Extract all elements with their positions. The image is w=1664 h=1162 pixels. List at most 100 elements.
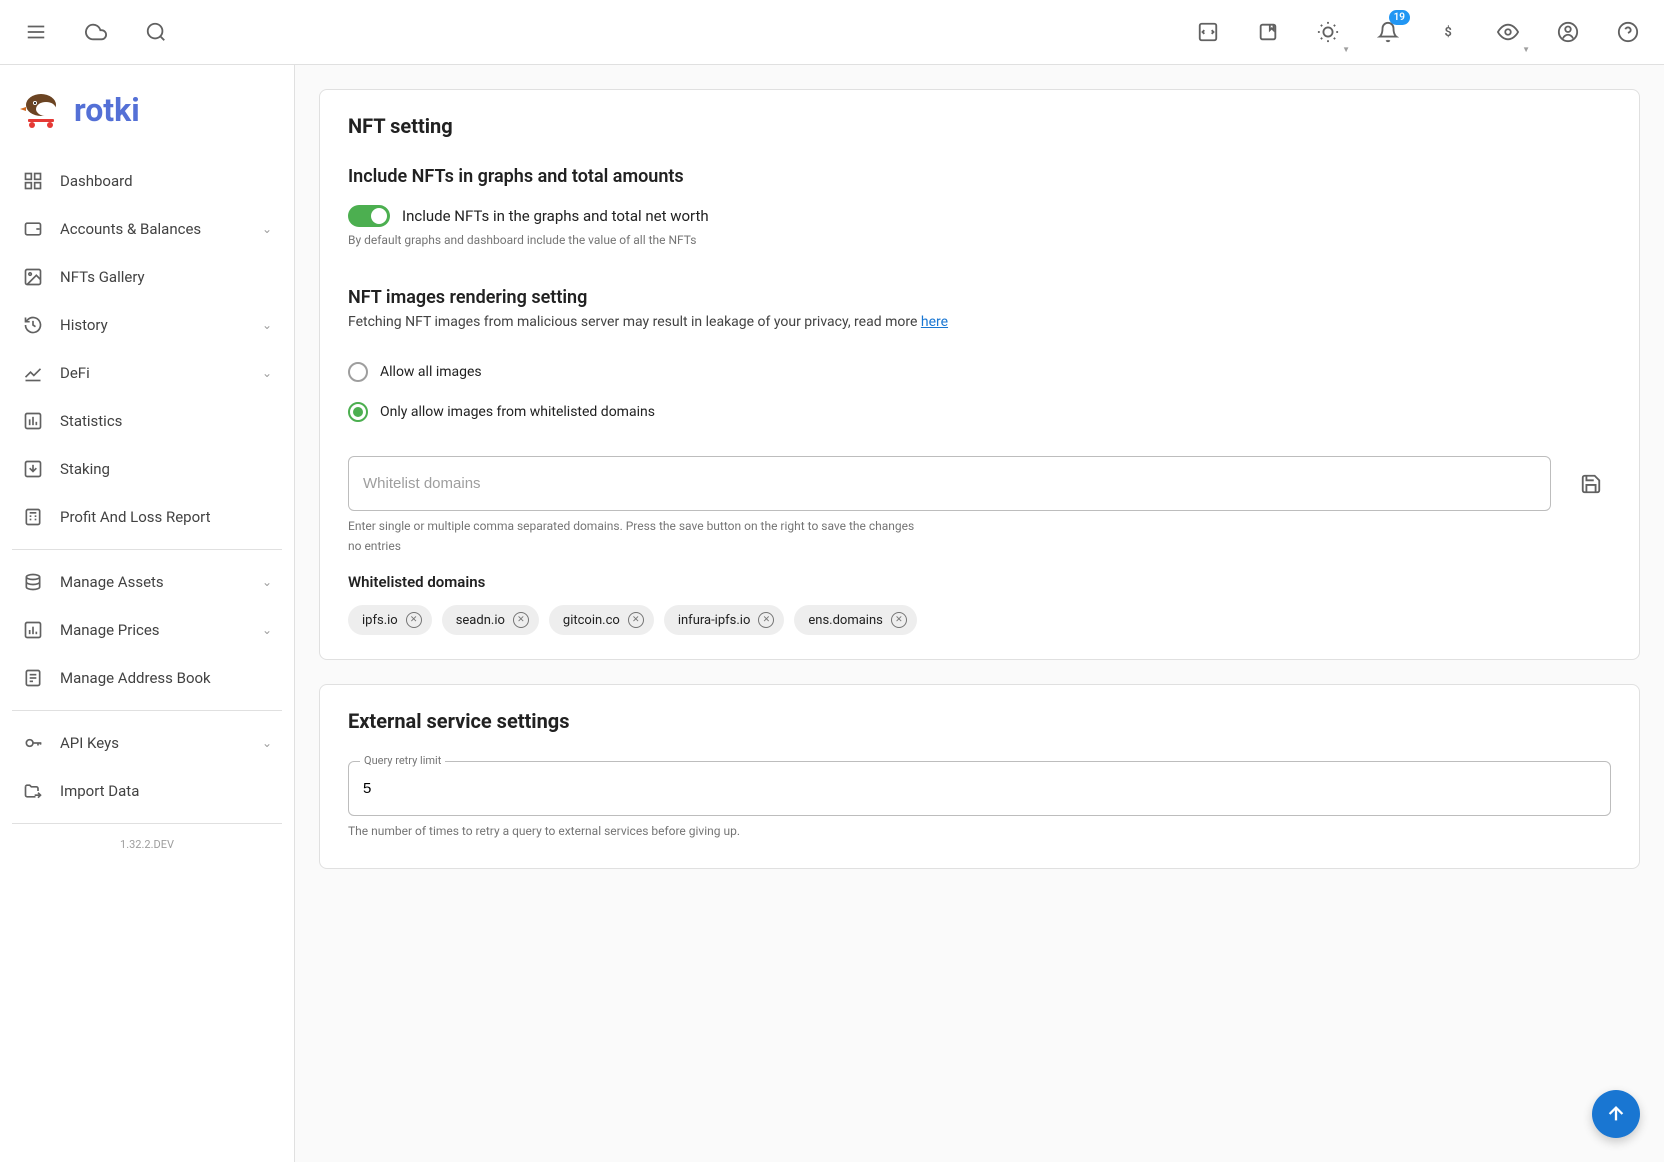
nav-label: NFTs Gallery [60, 268, 272, 286]
input-hint: The number of times to retry a query to … [348, 824, 1611, 838]
card-title: NFT setting [348, 114, 1611, 138]
nav-icon [22, 571, 44, 593]
chip-remove-button[interactable]: ✕ [758, 612, 774, 628]
main-content: NFT setting Include NFTs in graphs and t… [295, 65, 1664, 1162]
section-heading: NFT images rendering setting [348, 287, 1611, 308]
user-button[interactable] [1548, 12, 1588, 52]
nav-label: DeFi [60, 364, 246, 382]
toggle-label: Include NFTs in the graphs and total net… [402, 207, 709, 225]
nav-label: API Keys [60, 734, 246, 752]
chevron-down-icon: ⌄ [262, 736, 272, 750]
nav-label: Manage Address Book [60, 669, 272, 687]
brand-name: rotki [74, 91, 140, 129]
sidebar-item[interactable]: Manage Prices⌄ [0, 606, 294, 654]
nav-icon [22, 170, 44, 192]
cloud-icon[interactable] [76, 12, 116, 52]
code-icon[interactable] [1188, 12, 1228, 52]
version-label: 1.32.2.DEV [12, 823, 282, 865]
nav-label: Staking [60, 460, 272, 478]
chevron-down-icon: ▼ [1342, 45, 1350, 54]
brand-logo [18, 87, 64, 133]
radio-whitelist-only[interactable]: Only allow images from whitelisted domai… [348, 392, 1611, 432]
domain-chip: ipfs.io ✕ [348, 605, 432, 635]
nav-icon [22, 619, 44, 641]
note-icon[interactable] [1248, 12, 1288, 52]
chip-remove-button[interactable]: ✕ [628, 612, 644, 628]
nav-label: Manage Assets [60, 573, 246, 591]
nav-icon [22, 780, 44, 802]
radio-label: Allow all images [380, 364, 482, 380]
menu-button[interactable] [16, 12, 56, 52]
save-whitelist-button[interactable] [1571, 456, 1611, 512]
domain-chip: seadn.io✕ [442, 605, 539, 635]
rendering-description: Fetching NFT images from malicious serve… [348, 314, 1611, 330]
sidebar-item[interactable]: NFTs Gallery [0, 253, 294, 301]
toggle-helper: By default graphs and dashboard include … [348, 233, 1611, 247]
nav-label: Manage Prices [60, 621, 246, 639]
chip-label: infura-ipfs.io [678, 613, 751, 628]
external-services-card: External service settings Query retry li… [319, 684, 1640, 869]
scroll-top-button[interactable] [1592, 1090, 1640, 1138]
radio-label: Only allow images from whitelisted domai… [380, 404, 655, 420]
include-nfts-toggle[interactable] [348, 205, 390, 227]
search-button[interactable] [136, 12, 176, 52]
sidebar-item[interactable]: DeFi ⌄ [0, 349, 294, 397]
notifications-button[interactable]: 19 [1368, 12, 1408, 52]
chip-label: gitcoin.co [563, 613, 620, 628]
nav-icon [22, 732, 44, 754]
currency-button[interactable]: $ [1428, 12, 1468, 52]
chip-label: ens.domains [808, 613, 882, 628]
radio-allow-all[interactable]: Allow all images [348, 352, 1611, 392]
nav-divider [12, 710, 282, 711]
domain-chip: infura-ipfs.io ✕ [664, 605, 785, 635]
sidebar-item[interactable]: Staking [0, 445, 294, 493]
nav-label: Import Data [60, 782, 272, 800]
domain-chip: ens.domains ✕ [794, 605, 916, 635]
sidebar-item[interactable]: Profit And Loss Report [0, 493, 294, 541]
nav-icon [22, 266, 44, 288]
sidebar-item[interactable]: Dashboard [0, 157, 294, 205]
chip-remove-button[interactable]: ✕ [891, 612, 907, 628]
nav-label: Accounts & Balances [60, 220, 246, 238]
notification-badge: 19 [1389, 10, 1410, 25]
theme-button[interactable]: ▼ [1308, 12, 1348, 52]
input-label: Query retry limit [360, 754, 445, 767]
sidebar-item[interactable]: Manage Assets ⌄ [0, 558, 294, 606]
chevron-down-icon: ⌄ [262, 366, 272, 380]
help-button[interactable] [1608, 12, 1648, 52]
chip-remove-button[interactable]: ✕ [513, 612, 529, 628]
sidebar-item[interactable]: Accounts & Balances ⌄ [0, 205, 294, 253]
svg-text:$: $ [1445, 25, 1452, 40]
nav-icon [22, 458, 44, 480]
sidebar-item[interactable]: Import Data [0, 767, 294, 815]
sidebar-item[interactable]: API Keys ⌄ [0, 719, 294, 767]
sidebar-item[interactable]: Statistics [0, 397, 294, 445]
nav-icon [22, 218, 44, 240]
sidebar: rotki Dashboard Accounts & Balances ⌄ NFTs … [0, 65, 295, 1162]
input-hint: Enter single or multiple comma separated… [348, 519, 1551, 533]
read-more-link[interactable]: here [921, 314, 948, 330]
brand: rotki [0, 75, 294, 157]
sidebar-item[interactable]: Manage Address Book [0, 654, 294, 702]
whitelisted-heading: Whitelisted domains [348, 573, 1611, 591]
sidebar-item[interactable]: History⌄ [0, 301, 294, 349]
nav-icon [22, 506, 44, 528]
chevron-down-icon: ⌄ [262, 222, 272, 236]
privacy-button[interactable]: ▼ [1488, 12, 1528, 52]
chevron-down-icon: ⌄ [262, 318, 272, 332]
nav-icon [22, 667, 44, 689]
query-retry-input[interactable] [348, 761, 1611, 816]
no-entries-text: no entries [348, 539, 1551, 553]
nav-icon [22, 314, 44, 336]
chip-label: ipfs.io [362, 613, 398, 628]
whitelist-domains-input[interactable] [348, 456, 1551, 511]
chip-remove-button[interactable]: ✕ [406, 612, 422, 628]
chevron-down-icon: ⌄ [262, 575, 272, 589]
nav-divider [12, 549, 282, 550]
chevron-down-icon: ▼ [1522, 45, 1530, 54]
card-title: External service settings [348, 709, 1611, 733]
domain-chip: gitcoin.co ✕ [549, 605, 654, 635]
nav-label: Profit And Loss Report [60, 508, 272, 526]
radio-icon [348, 362, 368, 382]
nav-label: Dashboard [60, 172, 272, 190]
